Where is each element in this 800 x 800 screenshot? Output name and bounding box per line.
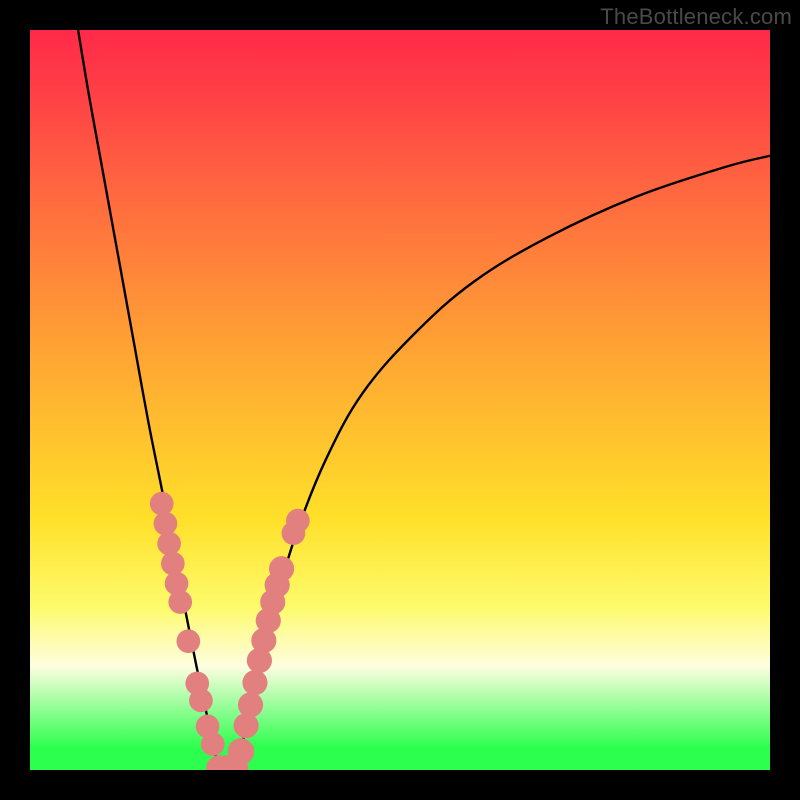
marker-bead — [177, 629, 201, 653]
bottleneck-curve — [78, 30, 770, 770]
marker-bead — [228, 738, 255, 765]
marker-bead — [154, 512, 178, 536]
marker-bead — [150, 492, 174, 516]
marker-bead — [286, 509, 310, 533]
chart-frame: TheBottleneck.com — [0, 0, 800, 800]
marker-bead — [234, 713, 259, 738]
marker-bead — [161, 552, 185, 576]
watermark-text: TheBottleneck.com — [600, 4, 792, 30]
marker-bead — [157, 532, 181, 556]
chart-svg — [30, 30, 770, 770]
marker-bead — [189, 689, 213, 713]
plot-area — [30, 30, 770, 770]
marker-bead — [201, 732, 225, 756]
marker-bead — [242, 670, 267, 695]
marker-bead — [168, 590, 192, 614]
marker-bead — [269, 556, 294, 581]
marker-bead — [238, 692, 263, 717]
